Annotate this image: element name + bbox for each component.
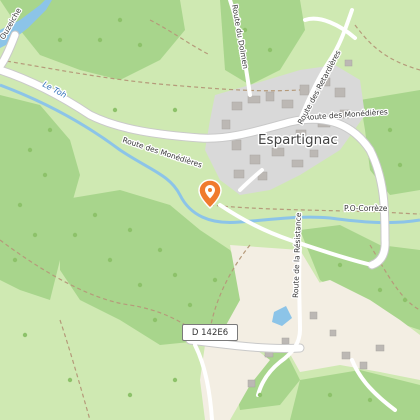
label-town: Espartignac [258,132,338,148]
map-view[interactable]: Route des Monédières Route des Monédière… [0,0,420,420]
map-canvas[interactable]: Route des Monédières Route des Monédière… [0,0,420,420]
label-trail: P.O-Corrèze [344,204,388,213]
road-shield-d142e6: D 142E6 [182,324,238,341]
location-pin-icon[interactable] [197,179,223,209]
